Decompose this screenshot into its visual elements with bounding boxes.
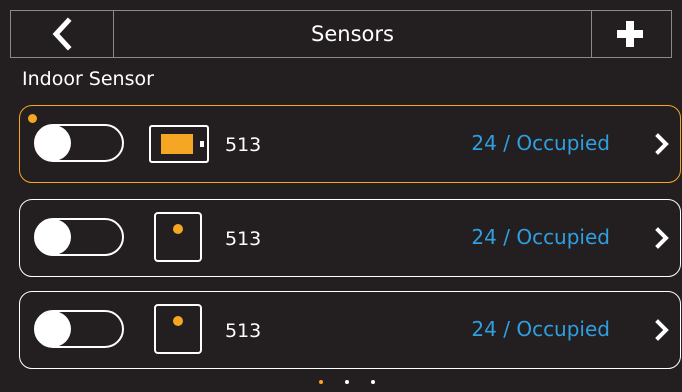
chevron-right-icon [655, 227, 669, 249]
toggle-knob [35, 311, 71, 347]
page-dot[interactable] [371, 380, 375, 384]
toggle-knob [35, 219, 71, 255]
page-dot[interactable] [319, 380, 323, 384]
sensor-icon [154, 304, 202, 354]
sensor-icon [154, 212, 202, 262]
sensor-toggle[interactable] [34, 310, 124, 348]
add-button[interactable] [591, 11, 671, 57]
back-button[interactable] [11, 11, 114, 57]
sensor-dot [173, 316, 183, 326]
sensor-status: 24 / Occupied [471, 317, 610, 341]
sensor-number: 513 [225, 134, 262, 156]
selected-indicator [28, 114, 37, 123]
sensor-card[interactable]: 513 24 / Occupied [19, 291, 681, 369]
sensor-status: 24 / Occupied [471, 225, 610, 249]
sensor-card[interactable]: 513 24 / Occupied [19, 105, 681, 183]
page-dot[interactable] [345, 380, 349, 384]
sensor-dot [173, 224, 183, 234]
header-bar: Sensors [10, 10, 672, 58]
battery-level [161, 134, 193, 154]
section-label: Indoor Sensor [22, 68, 154, 90]
battery-terminal [200, 141, 204, 147]
chevron-right-icon [655, 133, 669, 155]
page-title: Sensors [311, 22, 394, 46]
chevron-left-icon [52, 17, 72, 51]
page-indicator [0, 372, 682, 392]
toggle-knob [35, 125, 71, 161]
plus-icon [617, 21, 643, 47]
sensor-card[interactable]: 513 24 / Occupied [19, 199, 681, 277]
sensor-number: 513 [225, 320, 262, 342]
chevron-right-icon [655, 319, 669, 341]
sensor-toggle[interactable] [34, 218, 124, 256]
sensor-status: 24 / Occupied [471, 131, 610, 155]
sensor-number: 513 [225, 228, 262, 250]
battery-icon [149, 125, 209, 163]
sensor-toggle[interactable] [34, 124, 124, 162]
